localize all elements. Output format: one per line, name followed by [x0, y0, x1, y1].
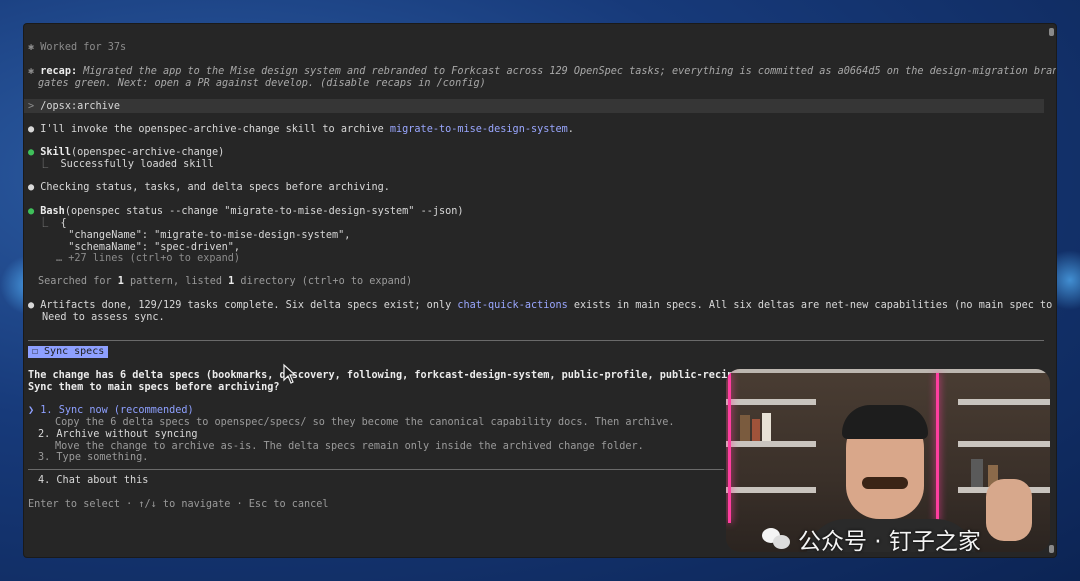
shelf-top — [726, 369, 1050, 373]
tree-branch-icon: ⎿ — [38, 218, 49, 229]
recap-line-2: gates green. Next: open a PR against dev… — [38, 78, 486, 89]
shelf-right-1 — [958, 399, 1050, 405]
question-divider-top — [28, 340, 1044, 341]
prompt-history-row[interactable] — [24, 99, 1044, 113]
option-2[interactable]: 2. Archive without syncing — [38, 429, 198, 441]
question-divider-bottom — [28, 469, 724, 470]
search-summary[interactable]: Searched for 1 pattern, listed 1 directo… — [38, 276, 412, 288]
bash-output-2: "changeName": "migrate-to-mise-design-sy… — [56, 230, 351, 241]
keyboard-hint: Enter to select · ↑/↓ to navigate · Esc … — [28, 499, 329, 510]
recap-line-1: ✱ recap: Migrated the app to the Mise de… — [28, 66, 1056, 77]
shelf-left-2 — [726, 441, 816, 447]
wechat-icon — [762, 528, 790, 550]
tab-sync-specs[interactable]: ☐ Sync specs — [28, 346, 109, 358]
assistant-message-3: ● Artifacts done, 129/129 tasks complete… — [28, 300, 1053, 311]
bullet-icon: ● — [28, 147, 35, 158]
bullet-icon: ● — [28, 124, 35, 135]
person-hand — [986, 479, 1032, 541]
option-3[interactable]: 3. Type something. — [38, 452, 148, 464]
led-strip-right — [936, 373, 939, 523]
prompt-command[interactable]: > /opsx:archive — [28, 101, 120, 113]
scrollbar-bottom-thumb[interactable] — [1049, 545, 1054, 553]
book — [740, 415, 750, 441]
prompt-chevron-icon: > — [28, 101, 35, 112]
question-text-line-1: The change has 6 delta specs (bookmarks,… — [28, 370, 826, 381]
option-4[interactable]: 4. Chat about this — [38, 475, 148, 487]
watermark-text: 公众号 · 钉子之家 — [798, 529, 981, 555]
assistant-message-2: ● Checking status, tasks, and delta spec… — [28, 182, 390, 193]
assistant-message-3-line-2: Need to assess sync. — [42, 312, 165, 323]
tree-branch-icon: ⎿ — [38, 159, 49, 170]
asterisk-icon: ✱ — [28, 42, 35, 53]
bullet-icon: ● — [28, 182, 35, 193]
question-text-line-2: Sync them to main specs before archiving… — [28, 382, 280, 393]
bullet-icon: ● — [28, 206, 35, 217]
book — [971, 459, 983, 487]
skill-call: ● Skill(openspec-archive-change) — [28, 147, 225, 158]
shelf-left-3 — [726, 487, 816, 493]
book — [762, 413, 771, 441]
asterisk-icon: ✱ — [28, 66, 35, 77]
change-link[interactable]: migrate-to-mise-design-system — [390, 124, 568, 135]
person-cap — [842, 405, 928, 439]
book — [752, 419, 760, 441]
assistant-message-1: ● I'll invoke the openspec-archive-chang… — [28, 124, 574, 135]
option-1-description: Copy the 6 delta specs to openspec/specs… — [55, 417, 675, 428]
bullet-icon: ● — [28, 300, 35, 311]
shelf-right-2 — [958, 441, 1050, 447]
mouse-pointer-icon — [283, 363, 297, 384]
selection-chevron-icon: ❯ — [28, 405, 35, 416]
watermark: 公众号 · 钉子之家 — [762, 525, 981, 555]
skill-result: ⎿ Successfully loaded skill — [38, 159, 214, 170]
shelf-left-1 — [726, 399, 816, 405]
person-mustache — [862, 477, 908, 489]
bash-call: ● Bash(openspec status --change "migrate… — [28, 206, 464, 217]
led-strip-left — [728, 373, 731, 523]
bash-output-1: ⎿ { — [38, 218, 67, 229]
worked-status: ✱ Worked for 37s — [28, 42, 127, 53]
option-1[interactable]: ❯ 1. Sync now (recommended) — [28, 405, 194, 417]
bash-output-more[interactable]: … +27 lines (ctrl+o to expand) — [56, 253, 240, 265]
scrollbar-top-thumb[interactable] — [1049, 28, 1054, 36]
spec-link[interactable]: chat-quick-actions — [457, 300, 567, 311]
